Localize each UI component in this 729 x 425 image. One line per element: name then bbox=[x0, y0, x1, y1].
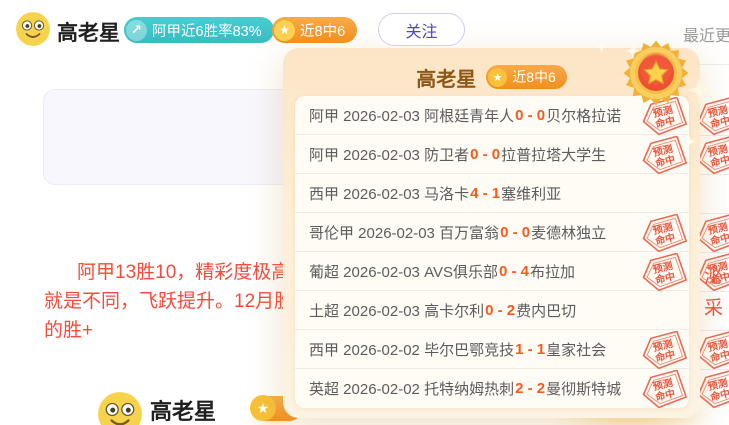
avatar[interactable] bbox=[98, 392, 142, 425]
match-info: 土超 2026-02-03 高卡尔利 bbox=[309, 300, 484, 321]
popup-hit-badge-label: 近8中6 bbox=[512, 67, 556, 87]
svg-text:预测: 预测 bbox=[652, 259, 674, 276]
away-team: 曼彻斯特城 bbox=[546, 378, 621, 399]
sparkle-icon bbox=[687, 78, 711, 102]
match-score: 0 - 4 bbox=[499, 263, 529, 280]
svg-text:预测: 预测 bbox=[652, 142, 674, 159]
match-row[interactable]: 阿甲 2026-02-03 防卫者0 - 0拉普拉塔大学生 预测命中 bbox=[295, 135, 689, 174]
match-info: 英超 2026-02-02 托特纳姆热刺 bbox=[309, 378, 514, 399]
away-team: 塞维利亚 bbox=[501, 183, 561, 204]
svg-text:命中: 命中 bbox=[653, 348, 676, 365]
background-divider bbox=[700, 252, 729, 253]
away-team: 皇家社会 bbox=[546, 339, 606, 360]
prediction-hit-stamp-icon: 预测命中 bbox=[639, 331, 687, 371]
svg-text:预测: 预测 bbox=[652, 337, 674, 354]
recent-update-label: 最近更 bbox=[683, 22, 729, 46]
svg-text:命中: 命中 bbox=[653, 231, 676, 248]
avatar[interactable] bbox=[16, 12, 50, 46]
match-score: 4 - 1 bbox=[470, 185, 500, 202]
hit-streak-badge[interactable]: ★ 近8中6 bbox=[272, 17, 357, 43]
away-team: 布拉加 bbox=[530, 261, 575, 282]
star-icon: ★ bbox=[274, 20, 295, 41]
prediction-hit-stamp-icon: 预测命中 bbox=[639, 370, 687, 408]
background-divider bbox=[700, 369, 729, 370]
up-arrow-icon: ↗ bbox=[126, 20, 147, 41]
match-row[interactable]: 土超 2026-02-03 高卡尔利0 - 2费内巴切 bbox=[295, 291, 689, 330]
match-score: 0 - 0 bbox=[470, 146, 500, 163]
match-info: 西甲 2026-02-03 马洛卡 bbox=[309, 183, 469, 204]
username: 高老星 bbox=[57, 17, 120, 47]
background-divider bbox=[700, 291, 729, 292]
svg-text:命中: 命中 bbox=[708, 114, 729, 131]
sparkle-icon bbox=[681, 134, 696, 149]
away-team: 麦德林独立 bbox=[531, 222, 606, 243]
svg-text:预测: 预测 bbox=[652, 376, 674, 393]
screen: 阿甲13胜10，精彩度极高 就是不同，飞跃提升。12月胜 的胜+ 泌 采 预测命… bbox=[0, 0, 729, 425]
prediction-hit-stamp-icon: 预测命中 bbox=[639, 136, 687, 176]
match-row[interactable]: 葡超 2026-02-03 AVS俱乐部0 - 4布拉加 预测命中 bbox=[295, 252, 689, 291]
match-info: 葡超 2026-02-03 AVS俱乐部 bbox=[309, 261, 498, 282]
svg-text:命中: 命中 bbox=[653, 270, 676, 287]
match-row[interactable]: 英超 2026-02-02 托特纳姆热刺2 - 2曼彻斯特城预测命中 bbox=[295, 369, 689, 408]
background-divider bbox=[700, 174, 729, 175]
background-divider bbox=[700, 135, 729, 136]
star-icon: ★ bbox=[488, 68, 507, 87]
svg-text:命中: 命中 bbox=[708, 270, 729, 287]
away-team: 拉普拉塔大学生 bbox=[501, 144, 606, 165]
svg-text:命中: 命中 bbox=[708, 348, 729, 365]
away-team: 贝尔格拉诺 bbox=[546, 105, 621, 126]
win-rate-badge[interactable]: ↗ 阿甲近6胜率83% bbox=[124, 17, 274, 43]
background-divider bbox=[700, 64, 729, 65]
win-rate-badge-label: 阿甲近6胜率83% bbox=[152, 20, 262, 41]
match-info: 哥伦甲 2026-02-03 百万富翁 bbox=[309, 222, 499, 243]
svg-text:预测: 预测 bbox=[707, 142, 729, 159]
background-divider bbox=[700, 213, 729, 214]
prediction-list: 阿甲 2026-02-03 阿根廷青年人0 - 0贝尔格拉诺预测命中阿甲 202… bbox=[295, 96, 689, 408]
match-info: 阿甲 2026-02-03 阿根廷青年人 bbox=[309, 105, 514, 126]
follow-button[interactable]: 关注 bbox=[378, 13, 465, 46]
prediction-hit-stamp-icon: 预测命中 bbox=[639, 253, 687, 293]
match-score: 2 - 2 bbox=[515, 380, 545, 397]
hit-streak-badge-label: 近8中6 bbox=[300, 20, 345, 41]
popup-hit-badge: ★ 近8中6 bbox=[486, 65, 567, 89]
away-team: 费内巴切 bbox=[516, 300, 576, 321]
svg-text:预测: 预测 bbox=[652, 220, 674, 237]
svg-text:命中: 命中 bbox=[653, 153, 676, 170]
match-score: 0 - 0 bbox=[500, 224, 530, 241]
match-row[interactable]: 西甲 2026-02-02 毕尔巴鄂竞技1 - 1皇家社会 预测命中 bbox=[295, 330, 689, 369]
svg-text:预测: 预测 bbox=[707, 103, 729, 120]
prediction-popup: 高老星 ★ 近8中6 阿甲 2026-02-03 阿根廷青年人0 - 0贝尔格 bbox=[283, 48, 700, 418]
match-score: 1 - 1 bbox=[515, 341, 545, 358]
svg-text:命中: 命中 bbox=[708, 231, 729, 248]
background-divider bbox=[700, 330, 729, 331]
match-score: 0 - 2 bbox=[485, 302, 515, 319]
smiley-avatar-icon bbox=[98, 392, 142, 425]
svg-text:命中: 命中 bbox=[653, 387, 676, 404]
match-row[interactable]: 哥伦甲 2026-02-03 百万富翁0 - 0麦德林独立 预测命中 bbox=[295, 213, 689, 252]
prediction-hit-stamp-icon: 预测命中 bbox=[639, 214, 687, 254]
svg-text:预测: 预测 bbox=[707, 220, 729, 237]
match-info: 西甲 2026-02-02 毕尔巴鄂竞技 bbox=[309, 339, 514, 360]
star-icon: ★ bbox=[250, 395, 276, 421]
match-info: 阿甲 2026-02-03 防卫者 bbox=[309, 144, 469, 165]
svg-text:命中: 命中 bbox=[653, 114, 676, 131]
popup-title: 高老星 bbox=[416, 63, 476, 92]
match-row[interactable]: 西甲 2026-02-03 马洛卡4 - 1塞维利亚 bbox=[295, 174, 689, 213]
match-score: 0 - 0 bbox=[515, 107, 545, 124]
svg-text:预测: 预测 bbox=[707, 259, 729, 276]
svg-text:命中: 命中 bbox=[708, 153, 729, 170]
top-profile-bar: 高老星 ↗ 阿甲近6胜率83% ★ 近8中6 关注 最近更 bbox=[0, 0, 729, 50]
svg-text:预测: 预测 bbox=[707, 337, 729, 354]
smiley-avatar-icon bbox=[16, 12, 50, 46]
username: 高老星 bbox=[150, 394, 216, 425]
